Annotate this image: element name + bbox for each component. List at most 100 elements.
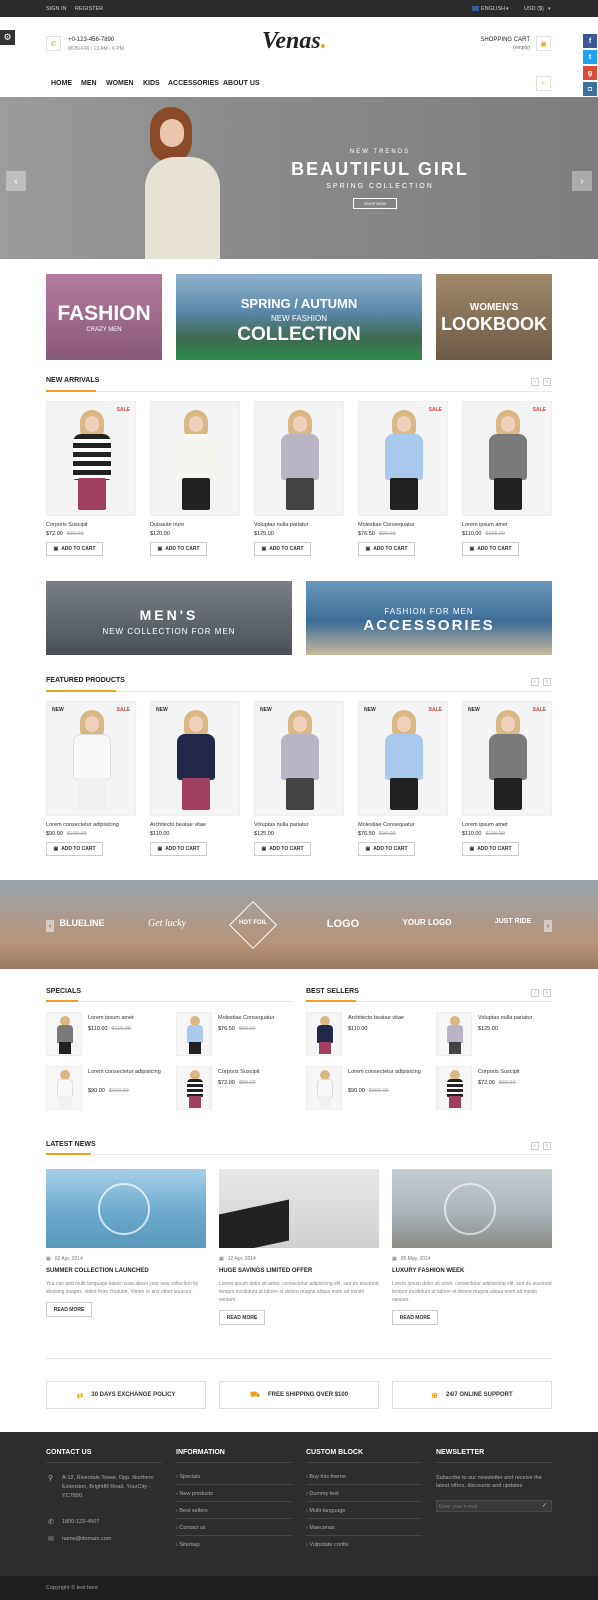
add-to-cart-button[interactable]: ▣ ADD TO CART [462,542,519,556]
google-plus-icon[interactable]: g [583,66,597,80]
footer-link[interactable]: › Contact us [176,1525,206,1531]
product-thumbnail[interactable] [306,1012,342,1056]
brand-logo[interactable]: LOGO [318,918,368,930]
brand-logo[interactable]: Get lucky [138,918,196,929]
product-name[interactable]: Voluptas nulla pariatur [254,822,344,828]
promo-fashion[interactable]: FASHION CRAZY MEN [46,274,162,360]
list-item[interactable]: Architecto beatae vitae $110.00 [306,1012,426,1058]
product-name[interactable]: Molestiae Consequatur [358,822,448,828]
news-image[interactable] [46,1169,206,1248]
product-image[interactable]: NEW [254,701,344,816]
news-title[interactable]: HUGE SAVINGS LIMITED OFFER [219,1268,379,1274]
news-next-icon[interactable]: › [543,1142,551,1150]
product-image[interactable]: SALE [462,401,552,516]
product-card[interactable]: SALE Corporis Suscipit $72.00 $80.00 ▣ ADD… [46,401,136,556]
product-image[interactable] [150,401,240,516]
product-image[interactable] [254,401,344,516]
hero-shop-now-button[interactable]: SHOP NOW [353,198,397,209]
featured-prev-icon[interactable]: ‹ [531,678,539,686]
product-image[interactable]: NEW SALE [462,701,552,816]
nav-accessories[interactable]: ACCESSORIES [168,80,219,87]
new-arrivals-next-icon[interactable]: › [543,378,551,386]
product-card[interactable]: Duisaute irure $120.00 ▣ ADD TO CART [150,401,240,556]
news-title[interactable]: SUMMER COLLECTION LAUNCHED [46,1268,206,1274]
product-name[interactable]: Corporis Suscipit [218,1068,296,1076]
footer-link[interactable]: › Dummy text [306,1491,339,1497]
footer-link[interactable]: › Maecenas [306,1525,335,1531]
hero-next-arrow-icon[interactable]: › [572,171,592,191]
banner-accessories[interactable]: FASHION FOR MEN ACCESSORIES [306,581,552,655]
list-item[interactable]: Lorem consectetur adipisicing $90.00 $100… [46,1066,166,1112]
footer-link[interactable]: › Multi-language [306,1508,345,1514]
promo-spring[interactable]: SPRING / AUTUMN NEW FASHION COLLECTION [176,274,422,360]
add-to-cart-button[interactable]: ▣ ADD TO CART [254,842,311,856]
add-to-cart-button[interactable]: ▣ ADD TO CART [358,842,415,856]
footer-link[interactable]: › Vulputate confis [306,1542,348,1548]
news-image[interactable] [392,1169,552,1248]
product-name[interactable]: Lorem ipsum amet [88,1014,166,1022]
add-to-cart-button[interactable]: ▣ ADD TO CART [150,842,207,856]
nav-women[interactable]: WOMEN [106,80,134,87]
product-name[interactable]: Lorem consectetur adipisicing [46,822,136,828]
new-arrivals-prev-icon[interactable]: ‹ [531,378,539,386]
product-card[interactable]: Voluptas nulla pariatur $125.00 ▣ ADD TO … [254,401,344,556]
footer-link[interactable]: › Specials [176,1474,200,1480]
brand-logo[interactable]: HOT FOIL [232,920,274,926]
add-to-cart-button[interactable]: ▣ ADD TO CART [46,842,103,856]
read-more-button[interactable]: READ MORE [219,1310,265,1325]
check-icon[interactable]: ✓ [542,1502,547,1509]
best-sellers-next-icon[interactable]: › [543,989,551,997]
currency-select[interactable]: USD ($) [524,6,544,12]
search-icon[interactable]: ⌕ [536,76,551,91]
list-item[interactable]: Lorem consectetur adipisicing $90.00 $100… [306,1066,426,1112]
product-thumbnail[interactable] [436,1012,472,1056]
facebook-icon[interactable]: f [583,34,597,48]
footer-link[interactable]: › New products [176,1491,213,1497]
product-name[interactable]: Lorem ipsum amet [462,522,552,528]
footer-link[interactable]: › Buy this theme [306,1474,346,1480]
product-name[interactable]: Duisaute irure [150,522,240,528]
brand-logo[interactable]: BLUELINE [58,918,106,928]
add-to-cart-button[interactable]: ▣ ADD TO CART [46,542,103,556]
add-to-cart-button[interactable]: ▣ ADD TO CART [462,842,519,856]
gear-icon[interactable]: ⚙ [0,30,15,45]
cart-icon[interactable]: ▣ [536,36,551,51]
brands-next-icon[interactable]: › [544,920,552,932]
product-thumbnail[interactable] [46,1066,82,1110]
product-name[interactable]: Lorem ipsum amet [462,822,552,828]
twitter-icon[interactable]: t [583,50,597,64]
brand-logo[interactable]: YOUR LOGO [400,918,454,927]
hero-slider[interactable]: NEW TRENDS BEAUTIFUL GIRL SPRING COLLECT… [0,97,598,259]
footer-email[interactable]: name@domain.com [62,1536,111,1542]
language-select[interactable]: ENGLISH [481,6,505,12]
product-card[interactable]: SALE Molestiae Consequatur $76.50 $90.00 … [358,401,448,556]
footer-link[interactable]: › Best sellers [176,1508,208,1514]
list-item[interactable]: Corporis Suscipit $72.00 $80.00 [436,1066,556,1112]
newsletter-email-input[interactable] [439,1502,535,1511]
product-image[interactable]: NEW [150,701,240,816]
product-image[interactable]: SALE [46,401,136,516]
product-name[interactable]: Voluptas nulla pariatur [478,1014,556,1022]
product-image[interactable]: NEW SALE [46,701,136,816]
list-item[interactable]: Voluptas nulla pariatur $125.00 [436,1012,556,1058]
news-prev-icon[interactable]: ‹ [531,1142,539,1150]
read-more-button[interactable]: READ MORE [46,1302,92,1317]
product-name[interactable]: Architecto beatae vitae [348,1014,426,1022]
product-name[interactable]: Lorem consectetur adipisicing [348,1068,426,1076]
product-card[interactable]: NEW SALE Lorem ipsum amet $110.00 $115.00 … [462,701,552,856]
footer-link[interactable]: › Sitemap [176,1542,200,1548]
product-thumbnail[interactable] [176,1012,212,1056]
product-image[interactable]: SALE [358,401,448,516]
nav-home[interactable]: HOME [51,80,72,87]
product-name[interactable]: Molestiae Consequatur [218,1014,296,1022]
instagram-icon[interactable]: ◘ [583,82,597,96]
news-image[interactable] [219,1169,379,1248]
featured-next-icon[interactable]: › [543,678,551,686]
product-card[interactable]: NEW SALE Lorem consectetur adipisicing $9… [46,701,136,856]
hero-prev-arrow-icon[interactable]: ‹ [6,171,26,191]
banner-mens[interactable]: MEN'S NEW COLLECTION FOR MEN [46,581,292,655]
product-name[interactable]: Architecto beatae vitae [150,822,240,828]
nav-kids[interactable]: KIDS [143,80,160,87]
news-title[interactable]: LUXURY FASHION WEEK [392,1268,552,1274]
product-card[interactable]: NEW Architecto beatae vitae $110.00 ▣ ADD… [150,701,240,856]
